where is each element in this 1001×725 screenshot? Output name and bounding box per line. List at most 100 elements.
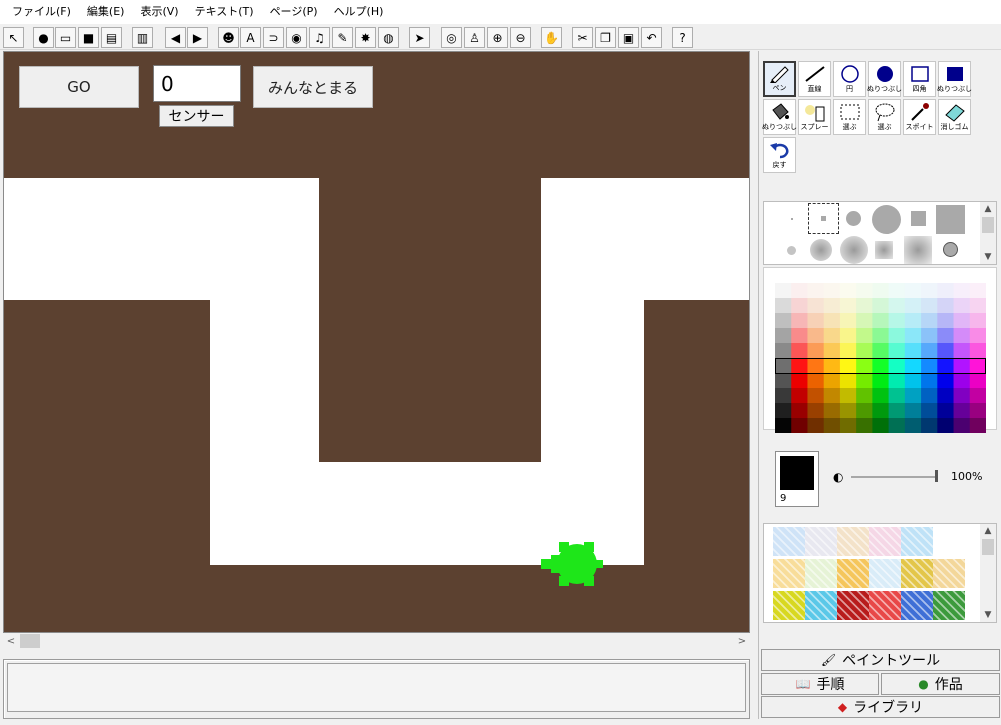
palette-color[interactable] — [872, 343, 890, 359]
palette-color[interactable] — [775, 388, 792, 404]
palette-color[interactable] — [791, 358, 808, 374]
circle-tool[interactable]: 円 — [833, 61, 866, 97]
magnet-icon[interactable]: ⊃ — [263, 27, 284, 48]
eraser-tool[interactable]: 消しゴム — [938, 99, 971, 135]
palette-color[interactable] — [937, 283, 955, 299]
palette-color[interactable] — [969, 403, 986, 419]
palette-color[interactable] — [872, 298, 890, 314]
bucket-tool[interactable]: ぬりつぶし — [762, 99, 797, 135]
copy-icon[interactable]: ❐ — [595, 27, 616, 48]
palette-color[interactable] — [904, 283, 922, 299]
palette-color[interactable] — [807, 328, 825, 344]
scroll-thumb[interactable] — [20, 634, 40, 648]
palette-color[interactable] — [969, 358, 986, 374]
palette-color[interactable] — [872, 328, 890, 344]
brush-size-1[interactable] — [791, 218, 793, 220]
palette-color[interactable] — [856, 328, 873, 344]
palette-color[interactable] — [823, 328, 841, 344]
palette-color[interactable] — [904, 388, 922, 404]
texture-swatch[interactable] — [901, 591, 933, 620]
palette-color[interactable] — [921, 358, 938, 374]
menu-item-2[interactable]: 表示(V) — [132, 0, 186, 24]
brush-scrollbar[interactable]: ▲ ▼ — [980, 202, 996, 264]
palette-color[interactable] — [791, 343, 808, 359]
palette-color[interactable] — [856, 298, 873, 314]
texture-swatch[interactable] — [869, 527, 901, 556]
palette-color[interactable] — [839, 298, 857, 314]
texture-swatch[interactable] — [901, 527, 933, 556]
palette-color[interactable] — [856, 343, 873, 359]
layout-icon[interactable]: ▥ — [132, 27, 153, 48]
tab-works[interactable]: ● 作品 — [881, 673, 1000, 695]
go-button[interactable]: GO — [19, 66, 139, 108]
palette-color[interactable] — [937, 298, 955, 314]
palette-color[interactable] — [888, 373, 906, 389]
palette-color[interactable] — [807, 403, 825, 419]
undo-tool[interactable]: 戻す — [763, 137, 796, 173]
brush-size-picker[interactable]: ▲ ▼ — [763, 201, 997, 265]
palette-color[interactable] — [791, 388, 808, 404]
palette-color[interactable] — [904, 313, 922, 329]
palette-color[interactable] — [839, 373, 857, 389]
stage-horizontal-scrollbar[interactable]: < > — [3, 633, 750, 649]
palette-color[interactable] — [775, 358, 792, 374]
palette-color[interactable] — [904, 298, 922, 314]
texture-swatch[interactable] — [805, 559, 837, 588]
brush-round-outline[interactable] — [943, 242, 958, 257]
palette-color[interactable] — [921, 373, 938, 389]
print-icon[interactable]: ▤ — [101, 27, 122, 48]
turtle-sprite[interactable] — [539, 536, 605, 590]
brush-size-5[interactable] — [911, 211, 926, 226]
palette-color[interactable] — [969, 283, 986, 299]
palette-color[interactable] — [904, 403, 922, 419]
palette-color[interactable] — [791, 298, 808, 314]
open-folder-icon[interactable]: ▭ — [55, 27, 76, 48]
brush-soft-2[interactable] — [810, 239, 832, 261]
palette-color[interactable] — [807, 418, 825, 433]
texture-scrollbar[interactable]: ▲ ▼ — [980, 524, 996, 622]
texture-swatch[interactable] — [773, 559, 805, 588]
text-icon[interactable]: A — [240, 27, 261, 48]
select-rect-tool[interactable]: 選ぶ — [833, 99, 866, 135]
palette-color[interactable] — [969, 343, 986, 359]
tab-procedure[interactable]: 📖 手順 — [761, 673, 879, 695]
palette-color[interactable] — [904, 328, 922, 344]
palette-color[interactable] — [921, 403, 938, 419]
counter-field[interactable]: 0 — [153, 65, 241, 102]
undo-icon[interactable]: ↶ — [641, 27, 662, 48]
palette-color[interactable] — [937, 313, 955, 329]
palette-color[interactable] — [888, 313, 906, 329]
palette-color[interactable] — [937, 403, 955, 419]
pen-tool[interactable]: ペン — [763, 61, 796, 97]
opacity-slider-thumb[interactable] — [935, 470, 938, 482]
palette-color[interactable] — [791, 313, 808, 329]
palette-color[interactable] — [969, 418, 986, 433]
palette-color[interactable] — [872, 358, 890, 374]
color-grid[interactable] — [775, 283, 986, 433]
scroll-right-icon[interactable]: > — [734, 633, 750, 649]
palette-color[interactable] — [872, 373, 890, 389]
music-icon[interactable]: ♫ — [309, 27, 330, 48]
palette-color[interactable] — [921, 328, 938, 344]
brush-size-6[interactable] — [936, 205, 965, 234]
texture-swatch[interactable] — [837, 527, 869, 556]
palette-color[interactable] — [937, 418, 955, 433]
palette-color[interactable] — [839, 328, 857, 344]
palette-color[interactable] — [775, 403, 792, 419]
palette-color[interactable] — [953, 388, 971, 404]
palette-color[interactable] — [953, 328, 971, 344]
stage-canvas[interactable]: GO 0 センサー みんなとまる — [3, 51, 750, 633]
palette-color[interactable] — [904, 343, 922, 359]
palette-color[interactable] — [872, 313, 890, 329]
palette-color[interactable] — [775, 283, 792, 299]
brush-size-2[interactable] — [821, 216, 826, 221]
palette-color[interactable] — [775, 343, 792, 359]
brush-soft-1[interactable] — [787, 246, 796, 255]
palette-color[interactable] — [775, 313, 792, 329]
palette-color[interactable] — [953, 373, 971, 389]
palette-color[interactable] — [823, 343, 841, 359]
menu-item-4[interactable]: ページ(P) — [262, 0, 326, 24]
palette-color[interactable] — [823, 418, 841, 433]
texture-swatch[interactable] — [805, 591, 837, 620]
globe-icon[interactable]: ● — [33, 27, 54, 48]
